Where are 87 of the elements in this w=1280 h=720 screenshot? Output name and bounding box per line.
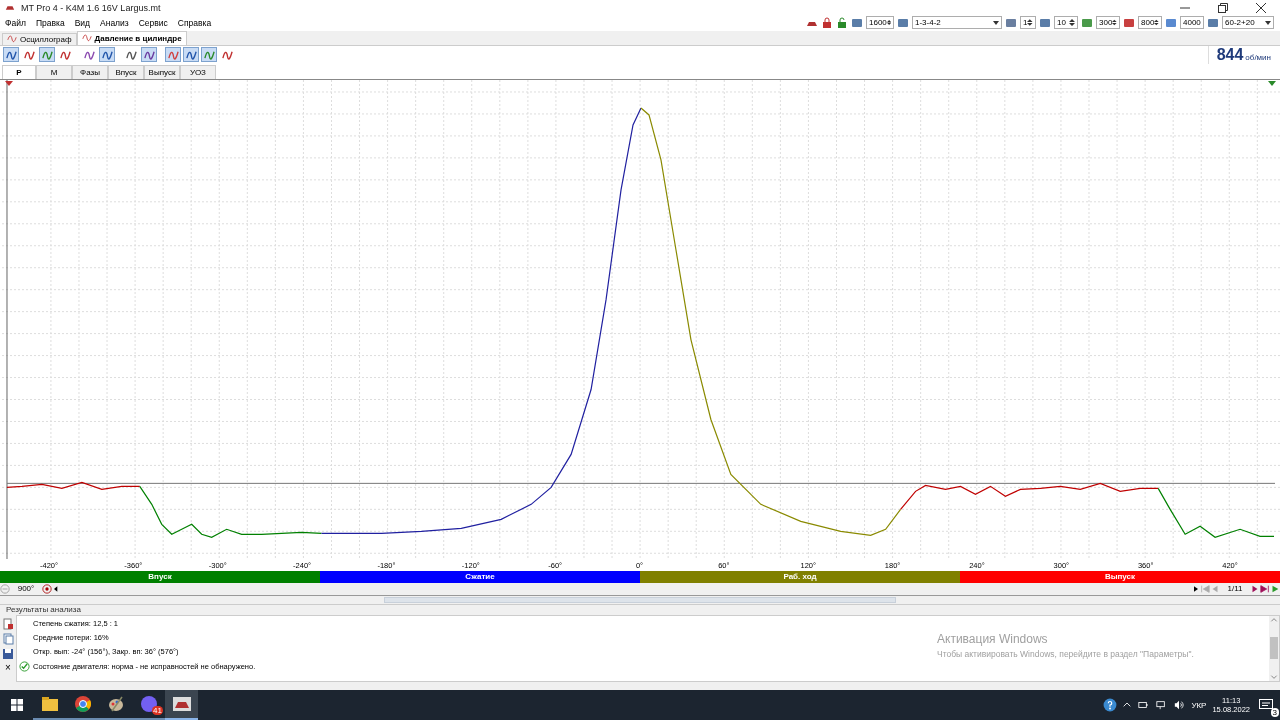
save-icon[interactable]: [2, 647, 14, 660]
tool-button[interactable]: [201, 47, 217, 63]
tool-button[interactable]: [165, 47, 181, 63]
taskbar-app[interactable]: [165, 690, 198, 720]
menu-item[interactable]: Правка: [30, 17, 70, 28]
message-icon: [1259, 699, 1273, 711]
tool-button[interactable]: [99, 47, 115, 63]
tool-button[interactable]: [3, 47, 19, 63]
lock-icon: [821, 16, 833, 29]
wave-icon: [221, 49, 233, 61]
wave-icon: [101, 49, 113, 61]
caret-icon[interactable]: [1265, 20, 1271, 25]
tool-button[interactable]: [141, 47, 157, 63]
unread-badge: 41: [152, 706, 163, 715]
lock-icon: [836, 16, 848, 29]
spin-arrows-icon[interactable]: [1154, 18, 1159, 28]
document-icon[interactable]: [2, 617, 14, 630]
tool-button[interactable]: [183, 47, 199, 63]
scrollbar-thumb[interactable]: [1270, 637, 1278, 660]
wave-icon: [5, 49, 17, 61]
battery-icon[interactable]: [1137, 700, 1150, 710]
spin-arrows-icon[interactable]: [1027, 18, 1033, 28]
wave-icon: [143, 49, 155, 61]
view-tab[interactable]: M: [36, 64, 72, 79]
activation-title: Активация Windows: [937, 631, 1049, 646]
spin-arrows-icon[interactable]: [886, 18, 891, 28]
spin-arrows-icon[interactable]: [1069, 18, 1075, 28]
tool-button[interactable]: [39, 47, 55, 63]
spin-arrows-icon[interactable]: [1112, 18, 1117, 28]
panel-title: Результаты анализа: [5, 604, 82, 615]
number-field[interactable]: 800: [1138, 16, 1162, 30]
rpm-unit: об/мин: [1245, 52, 1271, 62]
last-frame-icon[interactable]: [1260, 583, 1270, 594]
menu-item[interactable]: Вид: [69, 17, 95, 28]
target-icon[interactable]: [42, 583, 52, 594]
menu-item[interactable]: Файл: [0, 17, 31, 28]
view-tab[interactable]: P: [2, 64, 36, 79]
view-tab[interactable]: Выпуск: [144, 64, 180, 79]
restore-icon: [1218, 2, 1228, 13]
menu-item[interactable]: Справка: [172, 17, 217, 28]
copy-icon[interactable]: [2, 632, 14, 645]
rpm-value: 844: [1216, 45, 1244, 64]
close-icon: [1256, 2, 1266, 13]
wave-icon: [167, 49, 179, 61]
caret-icon[interactable]: [993, 20, 999, 25]
document-tab[interactable]: Осциллограф: [2, 32, 77, 45]
windows-logo: [10, 699, 23, 711]
wave-icon: [83, 49, 95, 61]
wave-icon: [81, 33, 92, 44]
wave-icon: [41, 49, 53, 61]
car-icon: [172, 697, 191, 711]
view-tab[interactable]: Впуск: [108, 64, 144, 79]
wave-icon: [203, 49, 215, 61]
view-tab[interactable]: УОЗ: [180, 64, 216, 79]
wave-icon: [59, 49, 71, 61]
wave-icon: [125, 49, 137, 61]
number-field[interactable]: 4000: [1180, 16, 1204, 30]
check-icon: [19, 660, 30, 672]
dropdown-field[interactable]: 1-3-4-2: [912, 16, 1002, 30]
notification-count: 3: [1270, 708, 1279, 717]
notifications-button[interactable]: 3: [1256, 695, 1276, 715]
close-button[interactable]: ×: [5, 662, 11, 673]
number-field[interactable]: 1600: [866, 16, 894, 30]
number-field[interactable]: 10: [1054, 16, 1078, 30]
menu-item[interactable]: Сервис: [133, 17, 173, 28]
wave-icon: [185, 49, 197, 61]
wave-icon: [7, 34, 17, 45]
wave-icon: [23, 49, 35, 61]
folder-icon: [41, 697, 58, 711]
chevron-up-icon[interactable]: [1123, 701, 1132, 709]
menu-item[interactable]: Анализ: [95, 17, 134, 28]
scale-value: 900°: [16, 584, 36, 594]
activation-text: Чтобы активировать Windows, перейдите в раздел "Параметры".: [937, 648, 1194, 659]
help-icon[interactable]: [1103, 698, 1118, 712]
network-icon[interactable]: [1155, 700, 1168, 710]
language-indicator[interactable]: УКР: [1191, 700, 1207, 710]
number-field[interactable]: 300: [1096, 16, 1120, 30]
window-title: MT Pro 4 - K4M 1.6 16V Largus.mt: [21, 2, 161, 13]
speaker-icon[interactable]: [1173, 700, 1186, 710]
dropdown-field[interactable]: 60-2+20: [1222, 16, 1274, 30]
number-field[interactable]: 1: [1020, 16, 1036, 30]
view-tab[interactable]: Фазы: [72, 64, 108, 79]
palette-icon: [107, 696, 124, 712]
browser-icon: [74, 696, 91, 712]
frame-counter: 1/11: [1226, 584, 1244, 594]
next-icon[interactable]: [1250, 583, 1260, 594]
splitter-handle[interactable]: [384, 596, 896, 603]
